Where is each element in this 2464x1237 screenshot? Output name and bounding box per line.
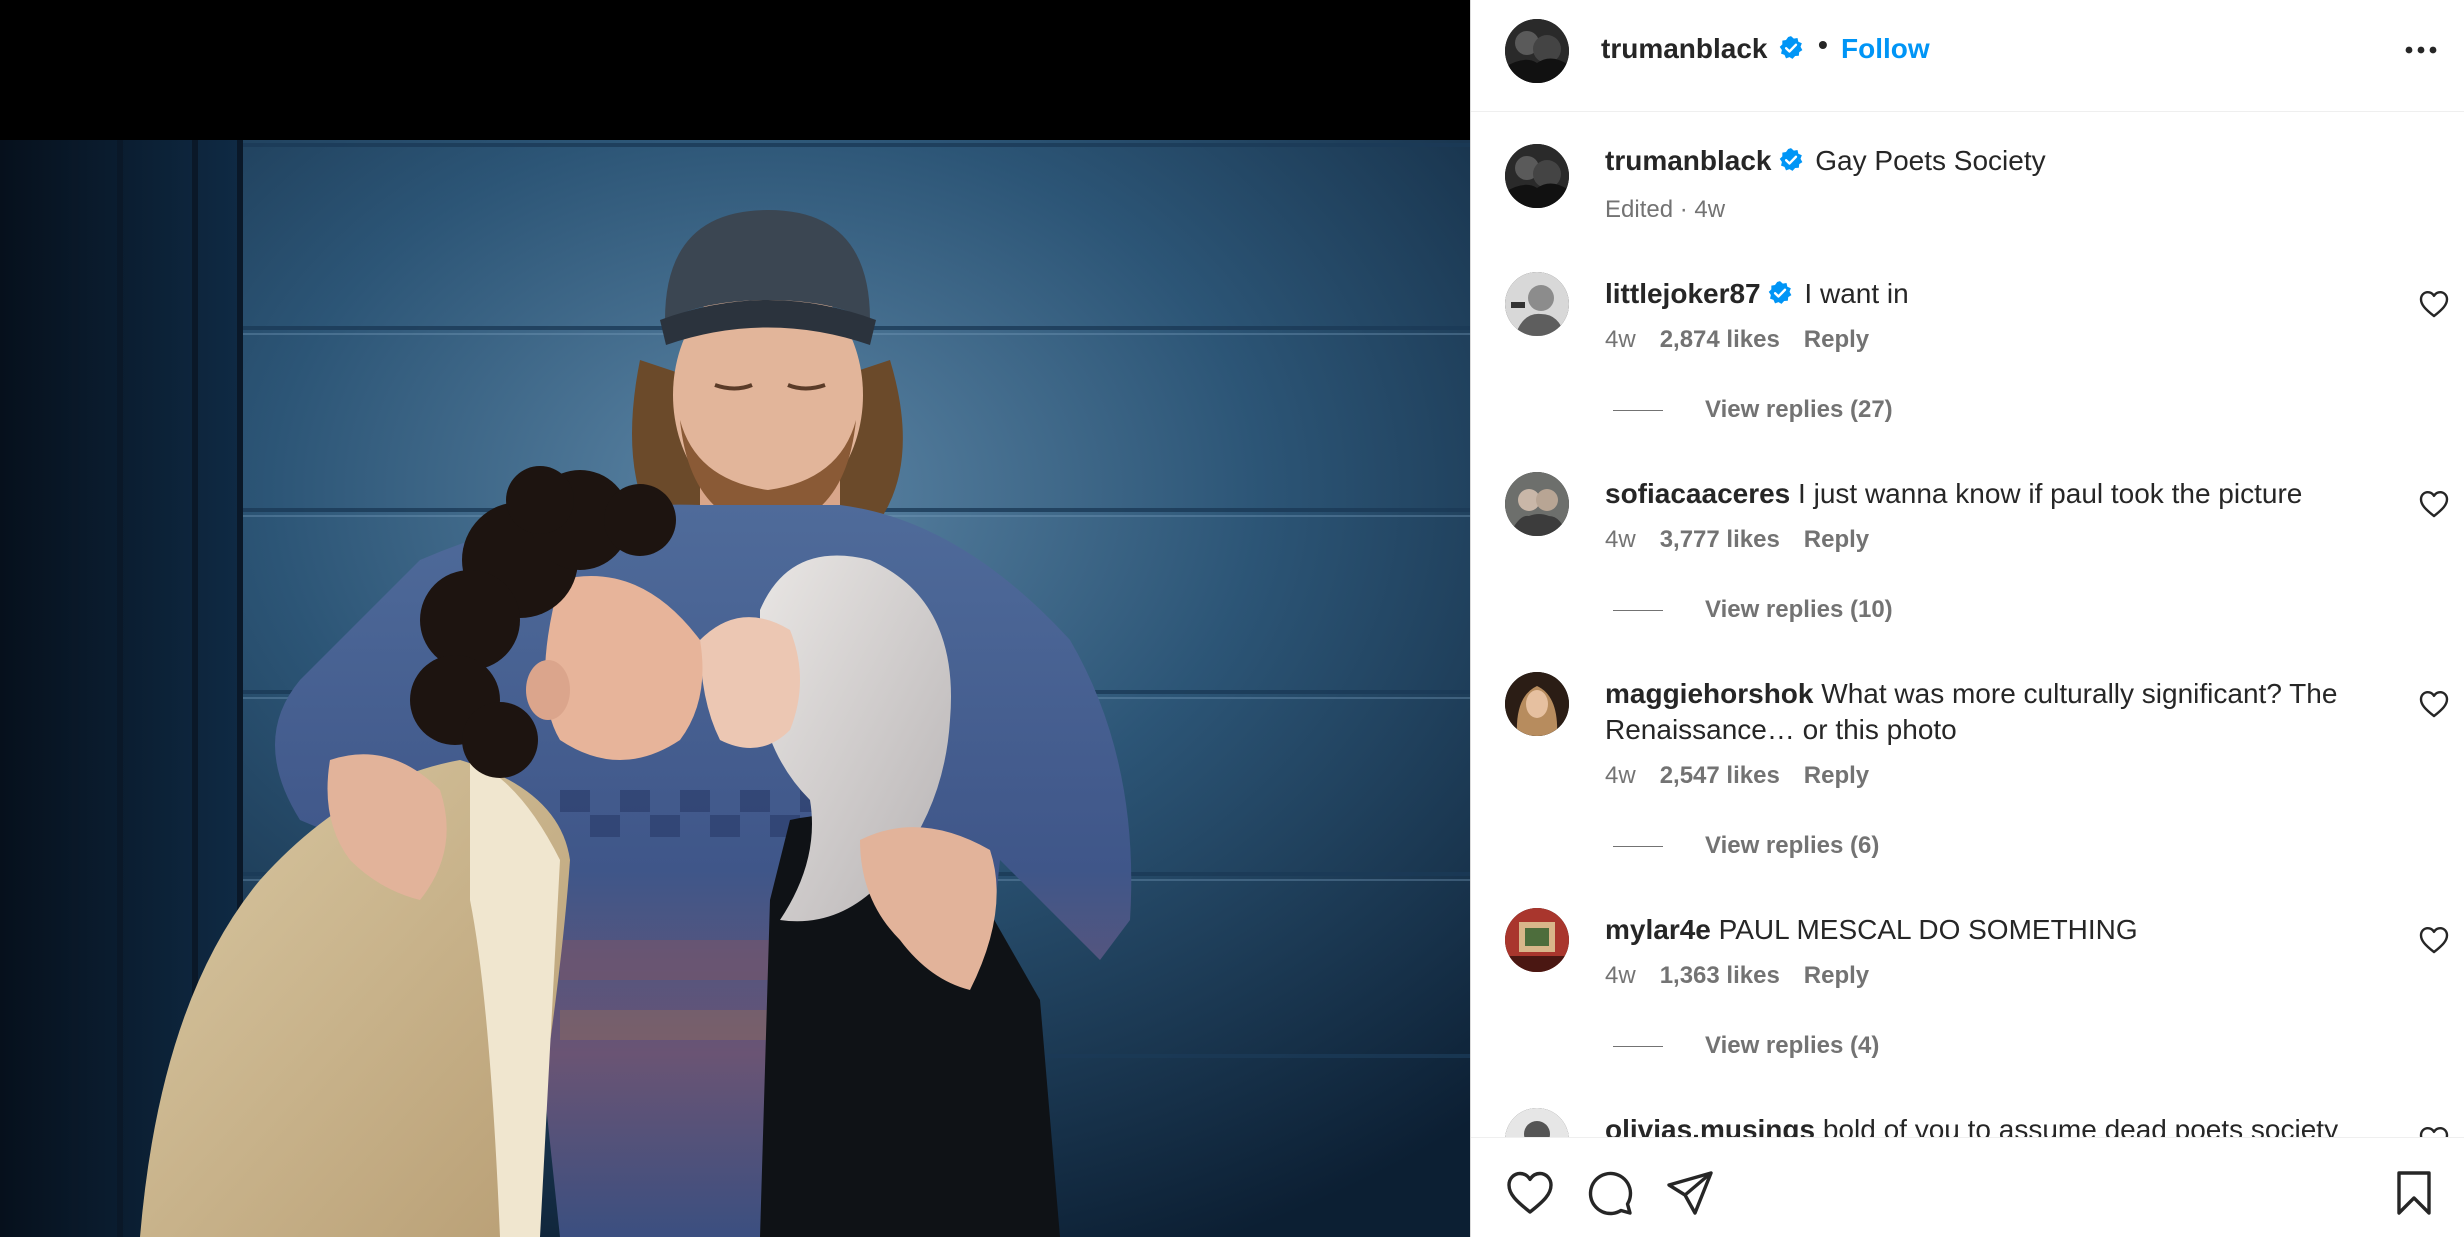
comment-body: I want in — [1804, 278, 1909, 309]
comment-likes[interactable]: 3,777 likes — [1660, 526, 1780, 553]
comment-time: 4w — [1605, 526, 1636, 553]
heart-icon[interactable] — [2419, 690, 2449, 718]
comment-body: I just wanna know if paul took the pictu… — [1798, 478, 2303, 509]
comment-username[interactable]: maggiehorshok — [1605, 678, 1813, 709]
comment-time: 4w — [1605, 326, 1636, 353]
view-replies-label[interactable]: View replies (4) — [1705, 1032, 1879, 1059]
comment-text: sofiacaaceres I just wanna know if paul … — [1605, 476, 2365, 512]
verified-badge-icon — [1778, 35, 1804, 61]
caption-body: Gay Poets Society — [1815, 145, 2046, 176]
post-sidebar: trumanblack • Follow trumanblack Gay Poe… — [1470, 0, 2464, 1237]
paper-plane-icon[interactable] — [1665, 1168, 1715, 1218]
author-username-text[interactable]: trumanblack — [1601, 33, 1768, 64]
comment-likes[interactable]: 2,547 likes — [1660, 762, 1780, 789]
replies-line — [1613, 410, 1663, 412]
header-separator: • — [1818, 29, 1828, 60]
heart-icon[interactable] — [2419, 290, 2449, 318]
commenter-avatar[interactable] — [1505, 908, 1569, 972]
view-replies-button[interactable]: View replies (4) — [1613, 1032, 1879, 1060]
comment-time: 4w — [1605, 962, 1636, 989]
follow-button[interactable]: Follow — [1841, 33, 1930, 65]
comment-likes[interactable]: 1,363 likes — [1660, 962, 1780, 989]
commenter-avatar[interactable] — [1505, 472, 1569, 536]
comment-username[interactable]: mylar4e — [1605, 914, 1711, 945]
view-replies-label[interactable]: View replies (6) — [1705, 832, 1879, 859]
comment-body: PAUL MESCAL DO SOMETHING — [1718, 914, 2138, 945]
comment-text: littlejoker87 I want in — [1605, 276, 2365, 312]
comment-meta: 4w 1,363 likes Reply — [1605, 962, 1893, 990]
post-photo[interactable] — [0, 0, 1470, 1237]
bookmark-icon[interactable] — [2389, 1168, 2439, 1218]
commenter-avatar[interactable] — [1505, 672, 1569, 736]
comment-text: olivias.musings bold of you to assume de… — [1605, 1112, 2365, 1137]
replies-line — [1613, 610, 1663, 612]
comment-username-text[interactable]: littlejoker87 — [1605, 278, 1761, 309]
caption-username-text[interactable]: trumanblack — [1605, 145, 1772, 176]
caption-text: trumanblack Gay Poets Society — [1605, 143, 2365, 179]
view-replies-button[interactable]: View replies (27) — [1613, 396, 1893, 424]
post-image — [0, 0, 1470, 1237]
comment-username[interactable]: littlejoker87 — [1605, 278, 1797, 309]
view-replies-label[interactable]: View replies (10) — [1705, 596, 1893, 623]
reply-button[interactable]: Reply — [1804, 326, 1869, 353]
caption-avatar[interactable] — [1505, 144, 1569, 208]
view-replies-button[interactable]: View replies (10) — [1613, 596, 1893, 624]
comment-meta: 4w 2,874 likes Reply — [1605, 326, 1893, 354]
comment-username[interactable]: olivias.musings — [1605, 1114, 1815, 1137]
comment-meta: 4w 2,547 likes Reply — [1605, 762, 1893, 790]
commenter-avatar[interactable] — [1505, 272, 1569, 336]
heart-icon[interactable] — [1505, 1168, 1555, 1218]
more-options-icon[interactable] — [2401, 38, 2441, 62]
verified-badge-icon — [1778, 147, 1804, 173]
commenter-avatar[interactable] — [1505, 1108, 1569, 1137]
post-header: trumanblack • Follow — [1471, 0, 2464, 112]
comment-icon[interactable] — [1585, 1168, 1635, 1218]
caption-username[interactable]: trumanblack — [1605, 145, 1808, 176]
comment-username[interactable]: sofiacaaceres — [1605, 478, 1790, 509]
heart-icon[interactable] — [2419, 926, 2449, 954]
replies-line — [1613, 846, 1663, 848]
comments-list[interactable]: trumanblack Gay Poets Society Edited · 4… — [1471, 112, 2464, 1137]
replies-line — [1613, 1046, 1663, 1048]
comment-likes[interactable]: 2,874 likes — [1660, 326, 1780, 353]
caption-meta: Edited · 4w — [1605, 196, 1726, 223]
comment-text: maggiehorshok What was more culturally s… — [1605, 676, 2365, 748]
reply-button[interactable]: Reply — [1804, 962, 1869, 989]
reply-button[interactable]: Reply — [1804, 526, 1869, 553]
heart-icon[interactable] — [2419, 1126, 2449, 1137]
comment-body: bold of you to assume dead poets society — [1822, 1114, 2339, 1137]
reply-button[interactable]: Reply — [1804, 762, 1869, 789]
author-avatar[interactable] — [1505, 19, 1569, 83]
heart-icon[interactable] — [2419, 490, 2449, 518]
comment-meta: 4w 3,777 likes Reply — [1605, 526, 1893, 554]
post-actions-bar — [1471, 1137, 2464, 1237]
view-replies-button[interactable]: View replies (6) — [1613, 832, 1879, 860]
author-username[interactable]: trumanblack — [1601, 33, 1804, 65]
verified-badge-icon — [1767, 280, 1793, 306]
comment-text: mylar4e PAUL MESCAL DO SOMETHING — [1605, 912, 2365, 948]
view-replies-label[interactable]: View replies (27) — [1705, 396, 1893, 423]
comment-time: 4w — [1605, 762, 1636, 789]
